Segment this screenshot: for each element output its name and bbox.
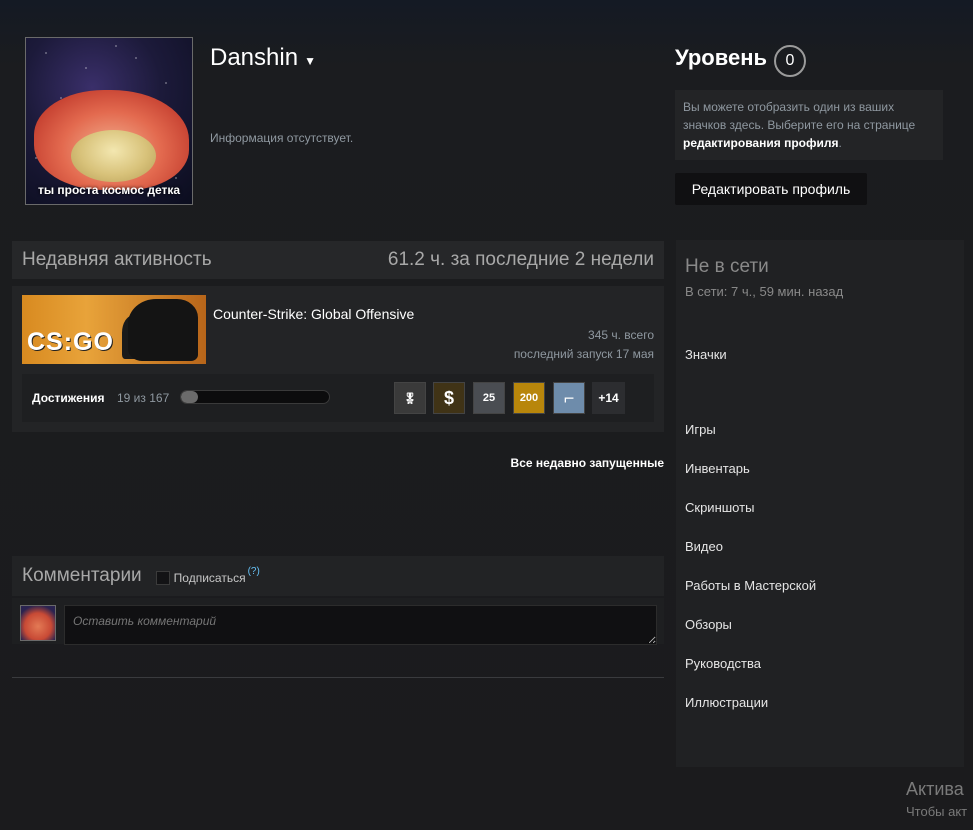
help-icon[interactable]: (?) <box>248 566 260 577</box>
activation-watermark-text: Чтобы акт <box>906 804 968 819</box>
sidebar-link-games[interactable]: Игры <box>685 422 716 437</box>
subscribe-checkbox[interactable] <box>155 571 170 585</box>
badge-hint-link[interactable]: редактирования профиля <box>683 136 838 150</box>
comments-divider <box>12 677 664 678</box>
recent-activity-title: Недавняя активность <box>22 249 212 270</box>
sidebar-link-videos[interactable]: Видео <box>685 539 723 554</box>
badge-hint-suffix: . <box>838 136 842 150</box>
profile-avatar: ты проста космос детка <box>25 37 193 205</box>
badge-hint-text: Вы можете отобразить один из ваших значк… <box>683 100 916 132</box>
stars-200-icon[interactable]: 200 <box>513 382 545 414</box>
caret-down-icon[interactable]: ▼ <box>304 54 316 68</box>
sidebar-link-badges[interactable]: Значки <box>685 347 727 362</box>
sidebar-link-artwork[interactable]: Иллюстрации <box>685 695 768 710</box>
game-total-hours: 345 ч. всего <box>588 328 654 342</box>
achievements-progress-fill <box>181 391 198 403</box>
edit-profile-button[interactable]: Редактировать профиль <box>675 173 867 205</box>
recent-hours: 61.2 ч. за последние 2 недели <box>387 249 654 270</box>
online-status: Не в сети <box>685 256 769 277</box>
achievements-progress-bar <box>180 390 330 404</box>
game-capsule-image[interactable]: CS:GO <box>22 295 206 364</box>
last-online: В сети: 7 ч., 59 мин. назад <box>685 284 844 299</box>
recent-activity-header: Недавняя активность 61.2 ч. за последние… <box>12 241 664 279</box>
level-title: Уровень <box>675 45 768 70</box>
medal-icon[interactable]: 🎖 <box>394 382 426 414</box>
game-logo: CS:GO <box>27 328 114 356</box>
comments-title: Комментарии <box>22 565 142 586</box>
dollar-icon[interactable]: $ <box>433 382 465 414</box>
comments-header: Комментарии Подписаться (?) <box>12 556 664 596</box>
achievements-count: 19 из 167 <box>117 391 170 405</box>
all-recent-games-link[interactable]: Все недавно запущенные <box>511 456 664 470</box>
game-name-link[interactable]: Counter-Strike: Global Offensive <box>213 306 414 322</box>
sidebar-link-guides[interactable]: Руководства <box>685 656 761 671</box>
profile-username[interactable]: Danshin ▼ <box>210 44 316 72</box>
profile-summary: Информация отсутствует. <box>210 131 354 145</box>
gun-icon[interactable]: ⌐ <box>553 382 585 414</box>
soldier-silhouette-icon <box>128 299 198 361</box>
sidebar-link-reviews[interactable]: Обзоры <box>685 617 732 632</box>
subscribe-label[interactable]: Подписаться <box>174 571 246 585</box>
activation-watermark-title: Актива <box>906 779 964 799</box>
sidebar-link-screenshots[interactable]: Скриншоты <box>685 500 754 515</box>
achievements-label[interactable]: Достижения <box>32 391 104 405</box>
pistol-25-icon[interactable]: 25 <box>473 382 505 414</box>
avatar-caption: ты проста космос детка <box>37 183 181 197</box>
sidebar-link-inventory[interactable]: Инвентарь <box>685 461 750 476</box>
level-badge: 0 <box>774 45 806 77</box>
comment-input[interactable] <box>64 605 657 645</box>
more-achievements-button[interactable]: +14 <box>592 382 625 414</box>
game-last-played: последний запуск 17 мая <box>513 347 654 361</box>
username-text: Danshin <box>210 44 299 71</box>
commenter-avatar <box>20 605 56 641</box>
avatar-pill <box>71 130 156 182</box>
badge-hint: Вы можете отобразить один из ваших значк… <box>675 90 943 160</box>
sidebar-link-workshop[interactable]: Работы в Мастерской <box>685 578 816 593</box>
